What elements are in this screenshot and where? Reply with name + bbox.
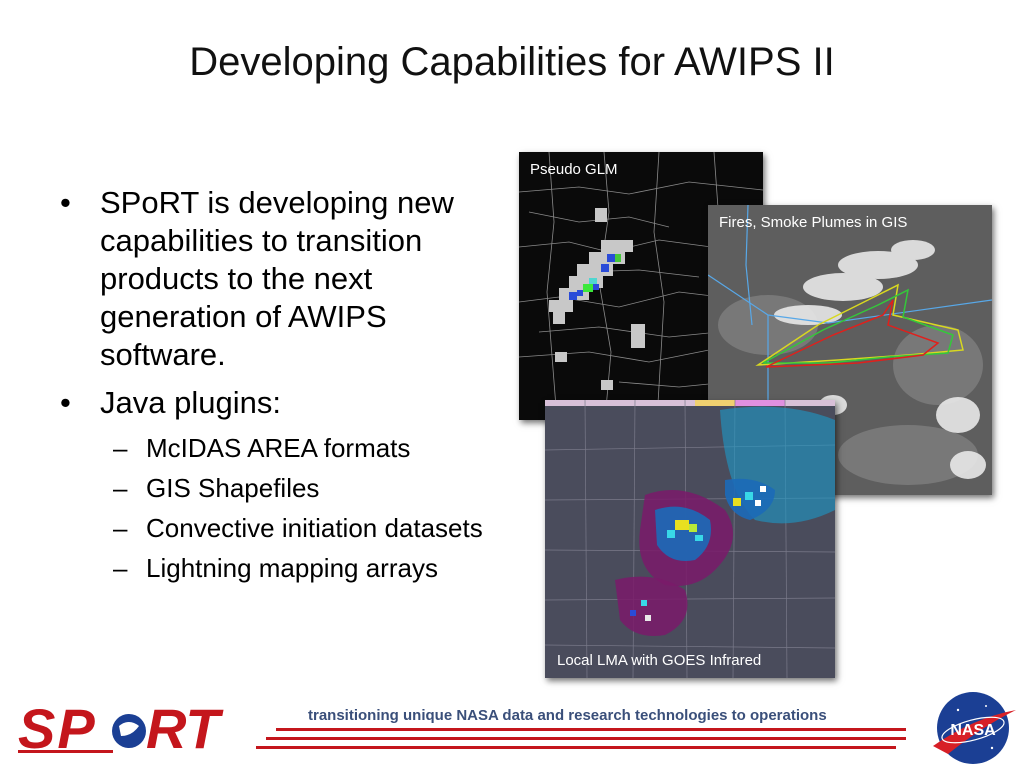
sub-bullet-item: – McIDAS AREA formats xyxy=(58,432,508,464)
bullet-text: Java plugins: xyxy=(100,385,281,420)
footer-rule xyxy=(256,746,896,749)
bullet-item: • SPoRT is developing new capabilities t… xyxy=(58,184,508,374)
svg-text:SP: SP xyxy=(18,700,97,756)
sub-bullet-item: – Convective initiation datasets xyxy=(58,512,508,544)
bullet-text: SPoRT is developing new capabilities to … xyxy=(100,185,454,372)
footer-tagline: transitioning unique NASA data and resea… xyxy=(308,707,827,724)
slide-title: Developing Capabilities for AWIPS II xyxy=(189,40,835,84)
glm-label: Pseudo GLM xyxy=(530,161,618,178)
sub-bullet-text: McIDAS AREA formats xyxy=(146,433,411,463)
footer-rule xyxy=(266,737,906,740)
nasa-meatball-graphic: NASA xyxy=(933,692,1016,764)
lma-goes-image: Local LMA with GOES Infrared xyxy=(545,400,835,678)
svg-text:NASA: NASA xyxy=(950,722,996,739)
footer-rule xyxy=(276,728,906,731)
sub-bullet-text: GIS Shapefiles xyxy=(146,473,320,503)
dash-glyph: – xyxy=(113,473,128,503)
bullet-item: • Java plugins: xyxy=(58,384,508,422)
sub-bullet-item: – Lightning mapping arrays xyxy=(58,552,508,584)
dash-glyph: – xyxy=(113,433,128,463)
dash-glyph: – xyxy=(113,553,128,583)
dash-glyph: – xyxy=(113,513,128,543)
sport-logo: SP RT xyxy=(18,697,248,761)
lma-label: Local LMA with GOES Infrared xyxy=(557,652,762,669)
sport-logo-graphic: SP RT xyxy=(18,697,224,760)
lma-map-graphic xyxy=(545,400,835,678)
bullet-glyph: • xyxy=(60,185,71,220)
sub-bullet-text: Lightning mapping arrays xyxy=(146,553,438,583)
fires-label: Fires, Smoke Plumes in GIS xyxy=(719,214,908,231)
bullet-list: • SPoRT is developing new capabilities t… xyxy=(58,184,508,584)
nasa-logo: NASA xyxy=(928,688,1018,773)
bullet-glyph: • xyxy=(60,385,71,420)
svg-text:RT: RT xyxy=(146,700,224,756)
sub-bullet-text: Convective initiation datasets xyxy=(146,513,483,543)
sub-bullet-item: – GIS Shapefiles xyxy=(58,472,508,504)
